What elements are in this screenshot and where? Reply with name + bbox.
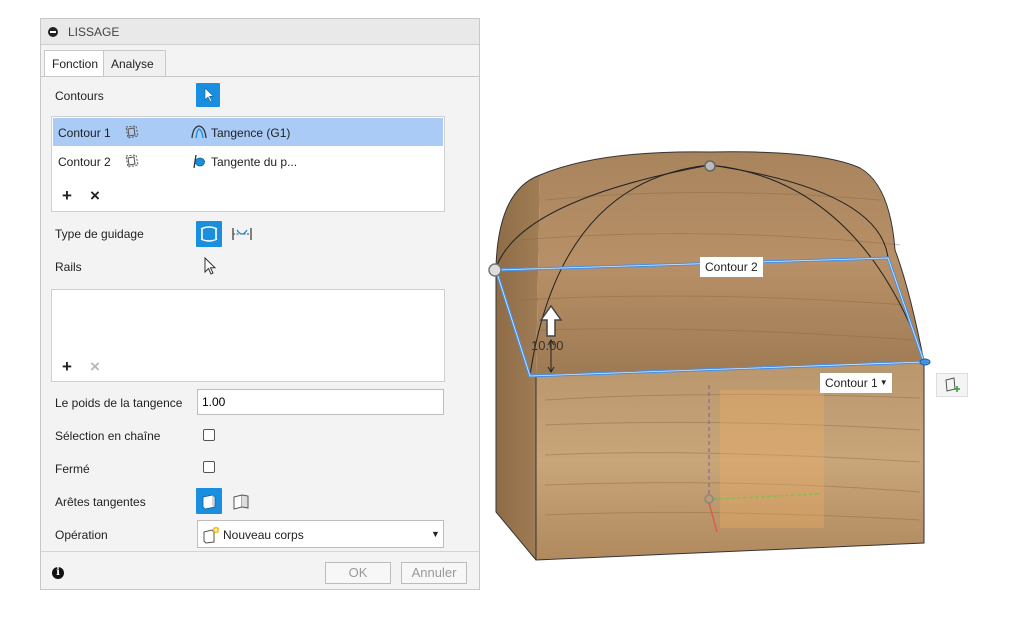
rails-list: + × bbox=[51, 289, 445, 382]
cursor-arrow-icon bbox=[204, 87, 215, 103]
viewport-canvas[interactable] bbox=[480, 140, 980, 580]
add-contour-icon[interactable]: + bbox=[62, 187, 72, 204]
cancel-button[interactable]: Annuler bbox=[401, 562, 467, 584]
contour-2-label[interactable]: Contour 2 bbox=[700, 257, 763, 277]
chain-selection-checkbox[interactable] bbox=[203, 429, 215, 441]
rails-guide-icon bbox=[200, 226, 218, 242]
list-item-contour-2[interactable]: Contour 2 Tangente du p... bbox=[53, 147, 443, 175]
tab-analyse[interactable]: Analyse bbox=[104, 50, 166, 76]
operation-value: Nouveau corps bbox=[223, 528, 304, 542]
remove-rail-icon: × bbox=[90, 357, 100, 376]
chevron-down-icon: ▼ bbox=[431, 529, 440, 539]
profile-name: Contour 2 bbox=[58, 155, 111, 169]
add-sketch-icon bbox=[945, 377, 960, 392]
chevron-down-icon: ▼ bbox=[879, 378, 888, 387]
list-item-contour-1[interactable]: Contour 1 Tangence (G1) bbox=[53, 118, 443, 146]
remove-contour-icon[interactable]: × bbox=[90, 187, 100, 204]
ok-button[interactable]: OK bbox=[325, 562, 391, 584]
tangent-plane-icon[interactable] bbox=[189, 153, 209, 169]
tab-divider bbox=[41, 76, 479, 77]
profile-name: Contour 1 bbox=[58, 126, 111, 140]
guide-type-label: Type de guidage bbox=[55, 227, 144, 241]
chain-selection-label: Sélection en chaîne bbox=[55, 429, 161, 443]
info-icon[interactable]: i bbox=[52, 567, 64, 579]
merged-faces-icon bbox=[202, 494, 216, 510]
block-left-face bbox=[496, 175, 540, 560]
control-point[interactable] bbox=[704, 160, 716, 172]
closed-label: Fermé bbox=[55, 462, 90, 476]
tangent-weight-input[interactable] bbox=[197, 389, 444, 415]
tab-fonction[interactable]: Fonction bbox=[44, 50, 104, 76]
dimension-value[interactable]: 10.00 bbox=[531, 338, 564, 353]
contour-1-label-text: Contour 1 bbox=[825, 376, 878, 390]
operation-label: Opération bbox=[55, 528, 108, 542]
rails-label: Rails bbox=[55, 260, 82, 274]
construction-plane bbox=[720, 390, 824, 528]
loft-dialog: LISSAGE Fonction Analyse Contours Contou… bbox=[40, 18, 480, 590]
tangent-edges-label: Arêtes tangentes bbox=[55, 495, 146, 509]
add-profile-button[interactable] bbox=[936, 373, 968, 397]
operation-select[interactable]: Nouveau corps ▼ bbox=[197, 520, 444, 548]
split-faces-icon[interactable] bbox=[229, 489, 253, 513]
profile-condition[interactable]: Tangence (G1) bbox=[211, 126, 290, 140]
contours-list: Contour 1 Tangence (G1) Contour 2 Tangen… bbox=[51, 116, 445, 212]
tangent-edges-merge-button[interactable] bbox=[196, 488, 222, 514]
rails-cursor-icon[interactable] bbox=[202, 256, 218, 276]
dialog-title: LISSAGE bbox=[68, 25, 120, 39]
tangent-g1-icon[interactable] bbox=[189, 124, 209, 140]
control-point[interactable] bbox=[488, 263, 502, 277]
contours-label: Contours bbox=[55, 89, 104, 103]
dialog-titlebar: LISSAGE bbox=[41, 19, 479, 45]
add-rail-icon[interactable]: + bbox=[62, 358, 72, 375]
footer-divider bbox=[41, 551, 479, 552]
profile-condition[interactable]: Tangente du p... bbox=[211, 155, 297, 169]
centerline-guide-icon[interactable] bbox=[229, 222, 255, 246]
control-point[interactable] bbox=[919, 358, 931, 366]
closed-checkbox[interactable] bbox=[203, 461, 215, 473]
profile-shape-icon[interactable] bbox=[122, 153, 142, 169]
tangent-weight-label: Le poids de la tangence bbox=[55, 396, 183, 410]
new-body-icon bbox=[203, 526, 220, 544]
guide-rails-button[interactable] bbox=[196, 221, 222, 247]
contours-select-button[interactable] bbox=[196, 83, 220, 107]
collapse-icon[interactable] bbox=[48, 27, 58, 37]
profile-shape-icon[interactable] bbox=[122, 124, 142, 140]
contour-1-label[interactable]: Contour 1 ▼ bbox=[820, 373, 892, 393]
